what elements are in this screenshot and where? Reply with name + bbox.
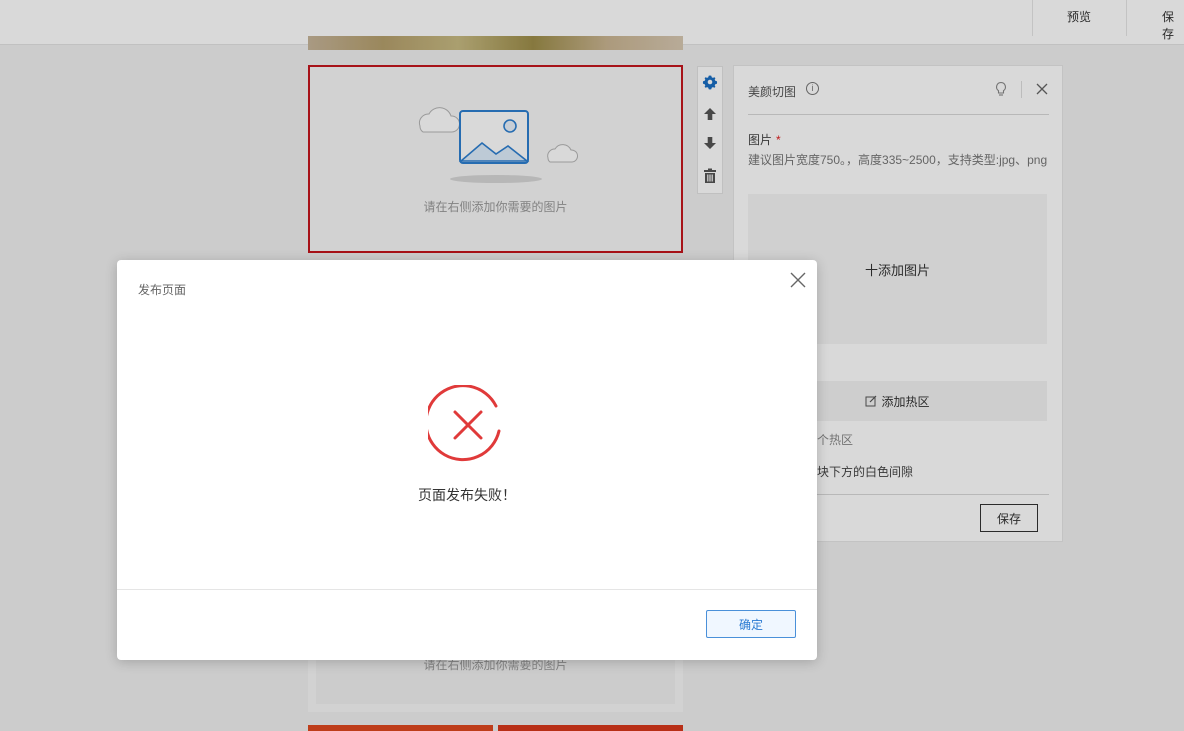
error-icon (428, 385, 501, 462)
confirm-button[interactable]: 确定 (706, 610, 796, 638)
close-icon[interactable] (788, 270, 808, 290)
error-message: 页面发布失败！ (418, 487, 516, 503)
publish-dialog: 发布页面 页面发布失败！ 确定 (117, 260, 817, 660)
dialog-footer-divider (117, 589, 817, 590)
dialog-title: 发布页面 (138, 283, 187, 297)
